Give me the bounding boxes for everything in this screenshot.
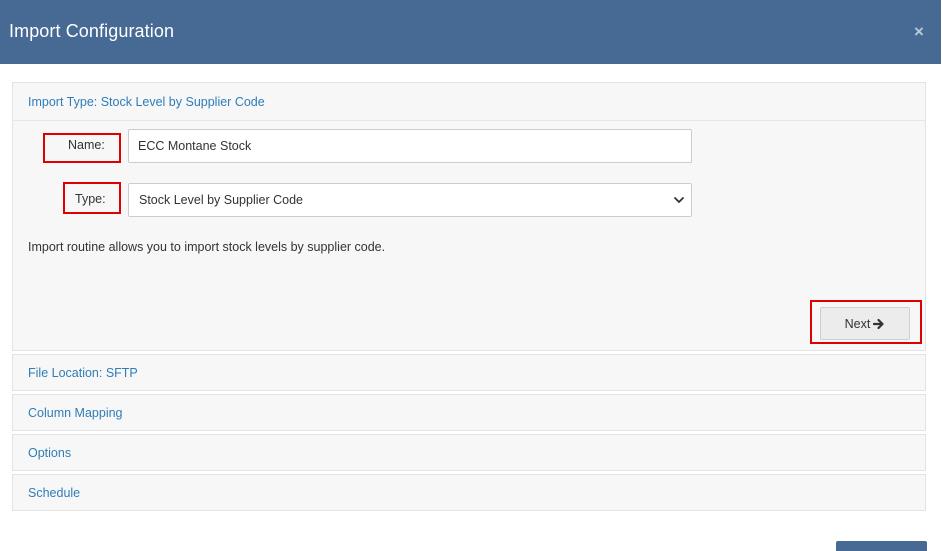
dialog-title: Import Configuration <box>9 21 175 41</box>
footer-button[interactable] <box>836 541 927 551</box>
type-select[interactable]: Stock Level by Supplier Code <box>128 183 692 217</box>
name-label: Name: <box>68 138 105 152</box>
next-button[interactable]: Next <box>820 307 910 340</box>
file-location-heading[interactable]: File Location: SFTP <box>28 366 138 380</box>
schedule-panel: Schedule <box>12 474 926 511</box>
import-description: Import routine allows you to import stoc… <box>28 240 386 254</box>
type-label: Type: <box>75 192 106 206</box>
column-mapping-panel: Column Mapping <box>12 394 926 431</box>
options-panel: Options <box>12 434 926 471</box>
dialog-header: Import Configuration × <box>0 0 941 64</box>
file-location-panel: File Location: SFTP <box>12 354 926 391</box>
schedule-heading[interactable]: Schedule <box>28 486 80 500</box>
options-heading[interactable]: Options <box>28 446 71 460</box>
column-mapping-heading[interactable]: Column Mapping <box>28 406 123 420</box>
chevron-down-icon <box>674 197 684 203</box>
scrollbar-track <box>941 0 948 551</box>
panel-divider <box>13 120 925 121</box>
import-configuration-dialog: Import Configuration × Import Type: Stoc… <box>0 0 948 551</box>
next-button-label: Next <box>844 316 871 331</box>
type-select-value: Stock Level by Supplier Code <box>139 193 303 207</box>
close-icon[interactable]: × <box>910 22 928 42</box>
name-input[interactable] <box>128 129 692 163</box>
arrow-right-icon <box>873 318 884 329</box>
import-type-heading[interactable]: Import Type: Stock Level by Supplier Cod… <box>28 95 265 109</box>
